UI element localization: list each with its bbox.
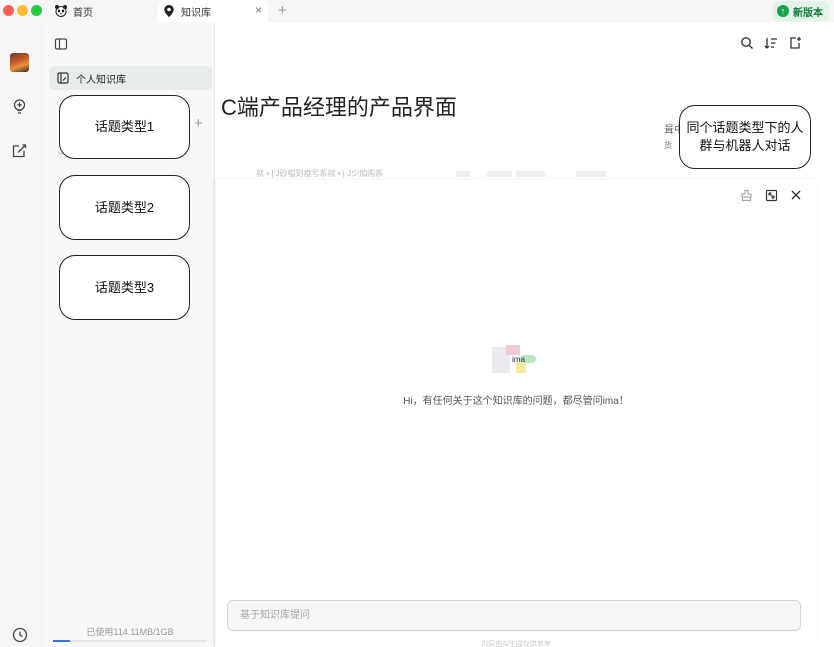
close-window-button[interactable] bbox=[3, 5, 14, 16]
lightbulb-icon[interactable] bbox=[10, 97, 29, 116]
chat-greeting: Hi，有任何关于这个知识库的问题，都尽管问ima！ bbox=[403, 396, 629, 407]
tab-home[interactable]: 首页 bbox=[50, 0, 150, 22]
close-icon[interactable] bbox=[788, 187, 804, 203]
ai-chat-panel: ima Hi，有任何关于这个知识库的问题，都尽管问ima！ 内容由AI生成仅供参… bbox=[216, 180, 816, 647]
new-version-label: 新版本 bbox=[793, 7, 823, 19]
minimize-window-button[interactable] bbox=[17, 5, 28, 16]
ai-disclaimer: 内容由AI生成仅供参考 bbox=[481, 641, 551, 647]
sidebar-toggle-icon[interactable] bbox=[54, 37, 68, 51]
arrow-up-icon: ↑ bbox=[777, 5, 789, 17]
edit-note-icon[interactable] bbox=[10, 141, 29, 160]
new-tab-button[interactable]: + bbox=[278, 1, 287, 21]
annotation-group-chat: 同个话题类型下的人群与机器人对话 bbox=[679, 105, 811, 169]
expand-icon[interactable] bbox=[763, 187, 779, 203]
tab-home-label: 首页 bbox=[73, 7, 93, 19]
annotation-topic-1: 话题类型1 bbox=[59, 95, 190, 159]
document-faded-text: 就 • | J砂帽到疫亏系就 • | J少加购系 bbox=[256, 169, 384, 178]
ima-logo-text: ima bbox=[512, 355, 525, 364]
add-document-icon[interactable] bbox=[787, 35, 803, 51]
location-pin-icon bbox=[161, 3, 177, 19]
document-fragment-text: 货 bbox=[664, 141, 672, 150]
sidebar-item-label: 个人知识库 bbox=[76, 74, 126, 86]
annotation-topic-3: 话题类型3 bbox=[59, 255, 190, 320]
storage-usage-text: 已使用114.11MB/1GB bbox=[86, 627, 174, 637]
chat-input[interactable] bbox=[227, 600, 801, 631]
ima-logo: ima bbox=[492, 345, 536, 373]
window-titlebar: 首页 知识库 × + ↑ 新版本 bbox=[0, 0, 834, 22]
avatar[interactable] bbox=[10, 53, 29, 72]
clock-icon[interactable] bbox=[10, 625, 29, 644]
search-icon[interactable] bbox=[739, 35, 755, 51]
notebook-icon bbox=[56, 71, 70, 85]
tab-knowledge-base[interactable]: 知识库 × bbox=[158, 0, 268, 22]
add-kb-button[interactable]: + bbox=[194, 115, 203, 132]
maximize-window-button[interactable] bbox=[31, 5, 42, 16]
storage-usage-fill bbox=[53, 640, 71, 642]
tab-close-icon[interactable]: × bbox=[255, 3, 262, 17]
page-title: C端产品经理的产品界面 bbox=[221, 95, 457, 120]
panda-icon bbox=[53, 3, 69, 19]
sidebar-item-personal-kb[interactable]: 个人知识库 bbox=[49, 66, 212, 90]
tab-knowledge-base-label: 知识库 bbox=[181, 7, 211, 19]
clear-icon[interactable] bbox=[738, 187, 754, 203]
sort-icon[interactable] bbox=[763, 35, 779, 51]
app-rail bbox=[0, 22, 45, 647]
annotation-topic-2: 话题类型2 bbox=[59, 175, 190, 240]
storage-usage-bar bbox=[53, 640, 207, 642]
new-version-button[interactable]: ↑ 新版本 bbox=[773, 1, 829, 21]
